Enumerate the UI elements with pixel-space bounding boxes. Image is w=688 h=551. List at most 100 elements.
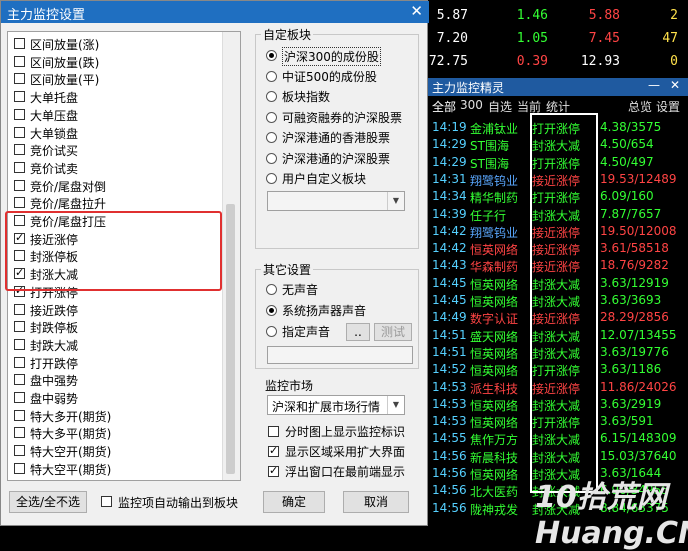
- sound-option-label: 指定声音: [282, 325, 331, 339]
- block-radio[interactable]: [266, 111, 277, 123]
- event-time: 14:51: [432, 327, 467, 342]
- checkbox[interactable]: [14, 462, 25, 474]
- monitor-item-checkbox[interactable]: 竞价/尾盘拉升: [14, 194, 214, 212]
- event-info: 3.63/3693: [600, 293, 662, 307]
- sound-radio[interactable]: [266, 284, 277, 295]
- event-time: 14:53: [432, 414, 467, 429]
- event-info: 3.63/19776: [600, 344, 669, 359]
- checkbox[interactable]: [14, 126, 25, 138]
- event-info: 19.53/12489: [600, 171, 677, 186]
- monitor-tab[interactable]: 300: [460, 98, 483, 112]
- test-sound-button[interactable]: 测试: [374, 323, 412, 341]
- monitor-item-checkbox[interactable]: 盘中弱势: [14, 389, 214, 407]
- option-checkbox[interactable]: [268, 444, 279, 457]
- quote-cell: 7.20: [436, 31, 468, 46]
- scrollbar-thumb[interactable]: [226, 204, 235, 474]
- checkbox[interactable]: [14, 38, 25, 49]
- event-time: 14:56: [432, 500, 467, 515]
- monitor-item-checkbox[interactable]: 打开跌停: [14, 354, 214, 372]
- event-stock-name: 恒英网络: [470, 243, 519, 258]
- minimize-icon[interactable]: —: [648, 78, 660, 92]
- checkbox[interactable]: [14, 73, 25, 85]
- market-select[interactable]: 沪深和扩展市场行情 ▼: [267, 395, 405, 415]
- list-scrollbar[interactable]: [222, 32, 240, 480]
- monitor-item-checkbox[interactable]: 特大多开(期货): [14, 407, 214, 425]
- quote-row: 72.75 0.39 12.93 0: [428, 52, 688, 74]
- option-checkbox[interactable]: [268, 426, 279, 437]
- monitor-right-tab[interactable]: 总览: [628, 98, 652, 115]
- block-radio[interactable]: [266, 70, 277, 82]
- event-stock-name: 新晨科技: [470, 450, 519, 465]
- user-block-select[interactable]: ▼: [267, 191, 405, 211]
- checkbox[interactable]: [14, 445, 25, 457]
- checkbox[interactable]: [14, 197, 25, 209]
- monitor-item-checkbox[interactable]: 区间放量(涨): [14, 35, 214, 53]
- monitor-item-label: 打开跌停: [30, 356, 79, 371]
- checkbox[interactable]: [14, 303, 25, 315]
- block-option-label: 沪深港通的香港股票: [282, 131, 391, 145]
- monitor-item-checkbox[interactable]: 特大空开(期货): [14, 442, 214, 460]
- sound-radio[interactable]: [266, 305, 277, 316]
- checkbox[interactable]: [14, 161, 25, 173]
- block-radio[interactable]: [266, 152, 277, 164]
- monitor-item-checkbox[interactable]: 竞价试卖: [14, 159, 214, 177]
- monitor-item-checkbox[interactable]: 特大多平(期货): [14, 424, 214, 442]
- checkbox[interactable]: [14, 144, 25, 156]
- highlight-box: [5, 211, 222, 291]
- sound-path-field[interactable]: [267, 346, 413, 364]
- monitor-item-checkbox[interactable]: 特大空平(期货): [14, 460, 214, 478]
- checkbox[interactable]: [14, 356, 25, 368]
- checkbox[interactable]: [14, 179, 25, 191]
- monitor-item-checkbox[interactable]: 大单锁盘: [14, 124, 214, 142]
- checkbox[interactable]: [14, 91, 25, 103]
- monitor-item-checkbox[interactable]: 封跌停板: [14, 318, 214, 336]
- checkbox[interactable]: [14, 374, 25, 386]
- browse-button[interactable]: ..: [346, 323, 370, 341]
- select-all-button[interactable]: 全选/全不选: [9, 491, 87, 513]
- ok-button[interactable]: 确定: [263, 491, 325, 513]
- block-radio[interactable]: [266, 50, 277, 61]
- block-option-label: 沪深港通的沪深股票: [282, 151, 391, 166]
- quote-row: 7.20 1.05 7.45 47: [428, 29, 688, 51]
- checkbox[interactable]: [14, 338, 25, 350]
- option-checkbox[interactable]: [268, 464, 279, 477]
- cancel-button[interactable]: 取消: [343, 491, 409, 513]
- monitor-item-checkbox[interactable]: 盘中强势: [14, 371, 214, 389]
- checkbox[interactable]: [14, 55, 25, 67]
- event-stock-name: 焦作万方: [470, 433, 519, 448]
- monitor-item-checkbox[interactable]: 区间放量(平): [14, 70, 214, 88]
- checkbox[interactable]: [14, 108, 25, 120]
- monitor-item-checkbox[interactable]: 竞价试买: [14, 141, 214, 159]
- monitor-right-tab[interactable]: 设置: [656, 98, 680, 115]
- monitor-item-checkbox[interactable]: 大单压盘: [14, 106, 214, 124]
- block-radio[interactable]: [266, 91, 277, 102]
- close-icon[interactable]: ✕: [670, 78, 680, 92]
- checkbox[interactable]: [14, 409, 25, 421]
- monitor-item-checkbox[interactable]: 封跌大减: [14, 336, 214, 354]
- quote-cell: 1.46: [516, 8, 548, 23]
- monitor-tab[interactable]: 自选: [488, 98, 512, 115]
- event-stock-name: 盛天网络: [470, 329, 519, 344]
- close-icon[interactable]: ✕: [410, 2, 423, 20]
- monitor-item-checkbox[interactable]: 竞价/尾盘对倒: [14, 177, 214, 195]
- monitor-item-label: 大单压盘: [30, 108, 79, 123]
- option-checkbox-label: 浮出窗口在最前端显示: [285, 465, 406, 479]
- event-stock-name: 数字认证: [470, 312, 519, 327]
- monitor-item-checkbox[interactable]: 大单托盘: [14, 88, 214, 106]
- checkbox[interactable]: [14, 321, 25, 333]
- event-time: 14:43: [432, 258, 467, 273]
- checkbox[interactable]: [14, 392, 25, 403]
- monitor-item-checkbox[interactable]: 区间放量(跌): [14, 53, 214, 71]
- block-radio[interactable]: [266, 173, 277, 184]
- monitor-tab[interactable]: 全部: [432, 98, 456, 115]
- auto-export-checkbox[interactable]: [101, 496, 112, 507]
- event-stock-name: 恒英网络: [470, 468, 519, 482]
- monitor-item-label: 盘中强势: [30, 374, 79, 389]
- monitor-item-label: 竞价试买: [30, 144, 79, 159]
- monitor-item-checkbox[interactable]: 接近跌停: [14, 301, 214, 319]
- block-radio[interactable]: [266, 132, 277, 143]
- checkbox[interactable]: [14, 427, 25, 439]
- sound-radio[interactable]: [266, 326, 277, 337]
- event-time: 14:56: [432, 483, 467, 498]
- event-time: 14:19: [432, 120, 467, 134]
